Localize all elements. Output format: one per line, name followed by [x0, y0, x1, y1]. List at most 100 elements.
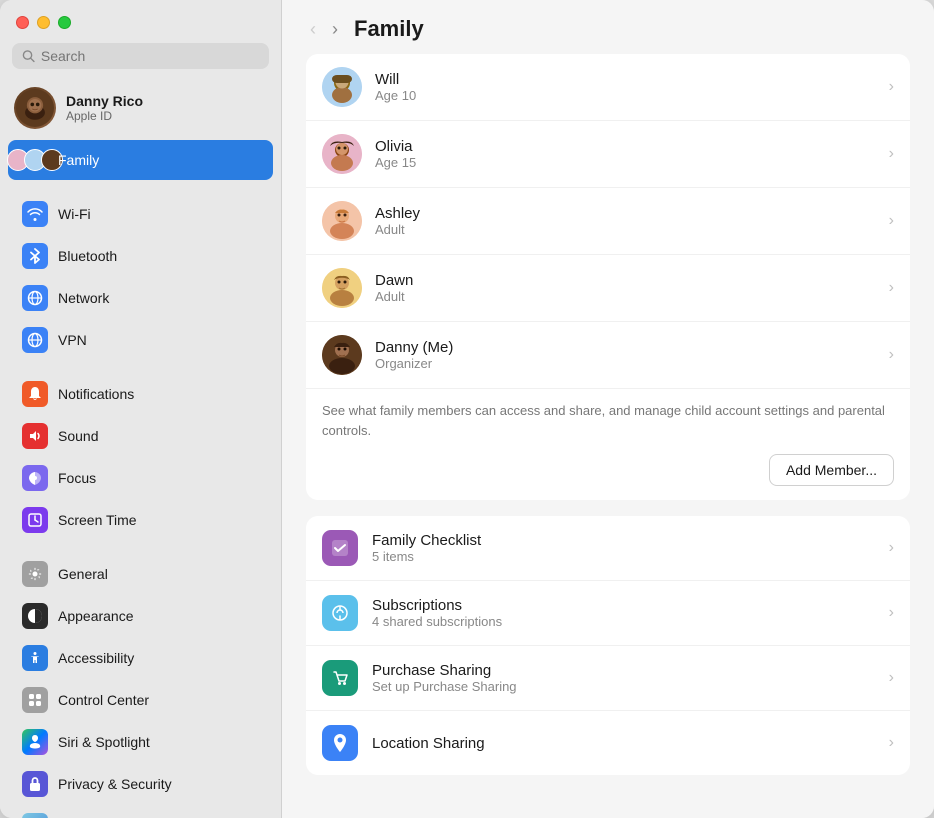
- profile-info: Danny Rico Apple ID: [66, 93, 143, 123]
- purchase-icon: [322, 660, 358, 696]
- search-bar[interactable]: [12, 43, 269, 69]
- member-row[interactable]: Dawn Adult ›: [306, 255, 910, 322]
- member-info: Ashley Adult: [375, 205, 889, 237]
- sound-icon: [22, 423, 48, 449]
- privacy-icon: [22, 771, 48, 797]
- minimize-button[interactable]: [37, 16, 50, 29]
- profile-subtitle: Apple ID: [66, 109, 143, 123]
- sidebar-item-label: Privacy & Security: [58, 776, 172, 792]
- network-icon: [22, 285, 48, 311]
- vpn-icon: [22, 327, 48, 353]
- chevron-right-icon: ›: [889, 539, 894, 557]
- maximize-button[interactable]: [58, 16, 71, 29]
- search-icon: [22, 49, 35, 63]
- member-info: Danny (Me) Organizer: [375, 339, 889, 371]
- sidebar-item-label: VPN: [58, 332, 87, 348]
- member-row[interactable]: Will Age 10 ›: [306, 54, 910, 121]
- page-title: Family: [354, 16, 424, 42]
- feature-subtitle: 4 shared subscriptions: [372, 614, 889, 629]
- sidebar-item-appearance[interactable]: Appearance: [8, 596, 273, 636]
- avatar: [14, 87, 56, 129]
- sidebar-item-focus[interactable]: Focus: [8, 458, 273, 498]
- sidebar-item-label: Accessibility: [58, 650, 134, 666]
- sidebar-item-label: Network: [58, 290, 109, 306]
- sidebar-item-label: Family: [58, 152, 99, 168]
- avatar: [322, 201, 362, 241]
- chevron-right-icon: ›: [889, 346, 894, 364]
- close-button[interactable]: [16, 16, 29, 29]
- avatar: [322, 67, 362, 107]
- sidebar-item-notifications[interactable]: Notifications: [8, 374, 273, 414]
- location-icon: [322, 725, 358, 761]
- sidebar-item-bluetooth[interactable]: Bluetooth: [8, 236, 273, 276]
- member-info: Olivia Age 15: [375, 138, 889, 170]
- avatar: [322, 335, 362, 375]
- sidebar-item-desktop[interactable]: Desktop & Dock: [8, 806, 273, 818]
- chevron-right-icon: ›: [889, 669, 894, 687]
- member-row[interactable]: Ashley Adult ›: [306, 188, 910, 255]
- sidebar-item-network[interactable]: Network: [8, 278, 273, 318]
- feature-row[interactable]: Purchase Sharing Set up Purchase Sharing…: [306, 646, 910, 711]
- screentime-icon: [22, 507, 48, 533]
- member-name: Will: [375, 71, 889, 88]
- search-input[interactable]: [41, 48, 259, 64]
- scroll-area: Will Age 10 ›: [282, 54, 934, 818]
- sidebar-item-family[interactable]: Family: [8, 140, 273, 180]
- chevron-right-icon: ›: [889, 212, 894, 230]
- sidebar-item-privacy[interactable]: Privacy & Security: [8, 764, 273, 804]
- sidebar-item-label: Appearance: [58, 608, 134, 624]
- add-member-button[interactable]: Add Member...: [769, 454, 894, 486]
- sidebar-item-label: Wi-Fi: [58, 206, 91, 222]
- feature-row[interactable]: Location Sharing ›: [306, 711, 910, 775]
- sidebar-item-screentime[interactable]: Screen Time: [8, 500, 273, 540]
- sidebar-item-vpn[interactable]: VPN: [8, 320, 273, 360]
- feature-row[interactable]: Family Checklist 5 items ›: [306, 516, 910, 581]
- sidebar-item-label: Siri & Spotlight: [58, 734, 150, 750]
- member-subtitle: Age 15: [375, 155, 889, 170]
- sidebar-item-general[interactable]: General: [8, 554, 273, 594]
- sidebar-item-accessibility[interactable]: Accessibility: [8, 638, 273, 678]
- avatar: [322, 268, 362, 308]
- member-row[interactable]: Danny (Me) Organizer ›: [306, 322, 910, 389]
- sidebar-item-sound[interactable]: Sound: [8, 416, 273, 456]
- notifications-icon: [22, 381, 48, 407]
- members-card: Will Age 10 ›: [306, 54, 910, 500]
- member-row[interactable]: Olivia Age 15 ›: [306, 121, 910, 188]
- sidebar-item-label: Focus: [58, 470, 96, 486]
- chevron-right-icon: ›: [889, 78, 894, 96]
- member-name: Danny (Me): [375, 339, 889, 356]
- feature-name: Family Checklist: [372, 532, 889, 549]
- feature-info: Location Sharing: [372, 735, 889, 752]
- sidebar-item-label: Screen Time: [58, 512, 137, 528]
- family-icon: [22, 147, 48, 173]
- member-info: Dawn Adult: [375, 272, 889, 304]
- forward-button[interactable]: ›: [328, 17, 342, 42]
- member-info: Will Age 10: [375, 71, 889, 103]
- family-note: See what family members can access and s…: [306, 389, 910, 444]
- chevron-right-icon: ›: [889, 734, 894, 752]
- sidebar-item-siri[interactable]: Siri & Spotlight: [8, 722, 273, 762]
- sidebar-item-label: Sound: [58, 428, 98, 444]
- features-card: Family Checklist 5 items ›: [306, 516, 910, 775]
- member-name: Olivia: [375, 138, 889, 155]
- siri-icon: [22, 729, 48, 755]
- sidebar-item-label: Control Center: [58, 692, 149, 708]
- feature-subtitle: Set up Purchase Sharing: [372, 679, 889, 694]
- feature-row[interactable]: Subscriptions 4 shared subscriptions ›: [306, 581, 910, 646]
- back-button[interactable]: ‹: [306, 17, 320, 42]
- member-subtitle: Adult: [375, 289, 889, 304]
- profile-section[interactable]: Danny Rico Apple ID: [0, 79, 281, 139]
- appearance-icon: [22, 603, 48, 629]
- feature-subtitle: 5 items: [372, 549, 889, 564]
- desktop-icon: [22, 813, 48, 818]
- subscriptions-icon: [322, 595, 358, 631]
- sidebar-item-wifi[interactable]: Wi-Fi: [8, 194, 273, 234]
- general-icon: [22, 561, 48, 587]
- chevron-right-icon: ›: [889, 279, 894, 297]
- member-subtitle: Organizer: [375, 356, 889, 371]
- feature-info: Subscriptions 4 shared subscriptions: [372, 597, 889, 629]
- control-icon: [22, 687, 48, 713]
- sidebar-item-control[interactable]: Control Center: [8, 680, 273, 720]
- bluetooth-icon: [22, 243, 48, 269]
- feature-info: Family Checklist 5 items: [372, 532, 889, 564]
